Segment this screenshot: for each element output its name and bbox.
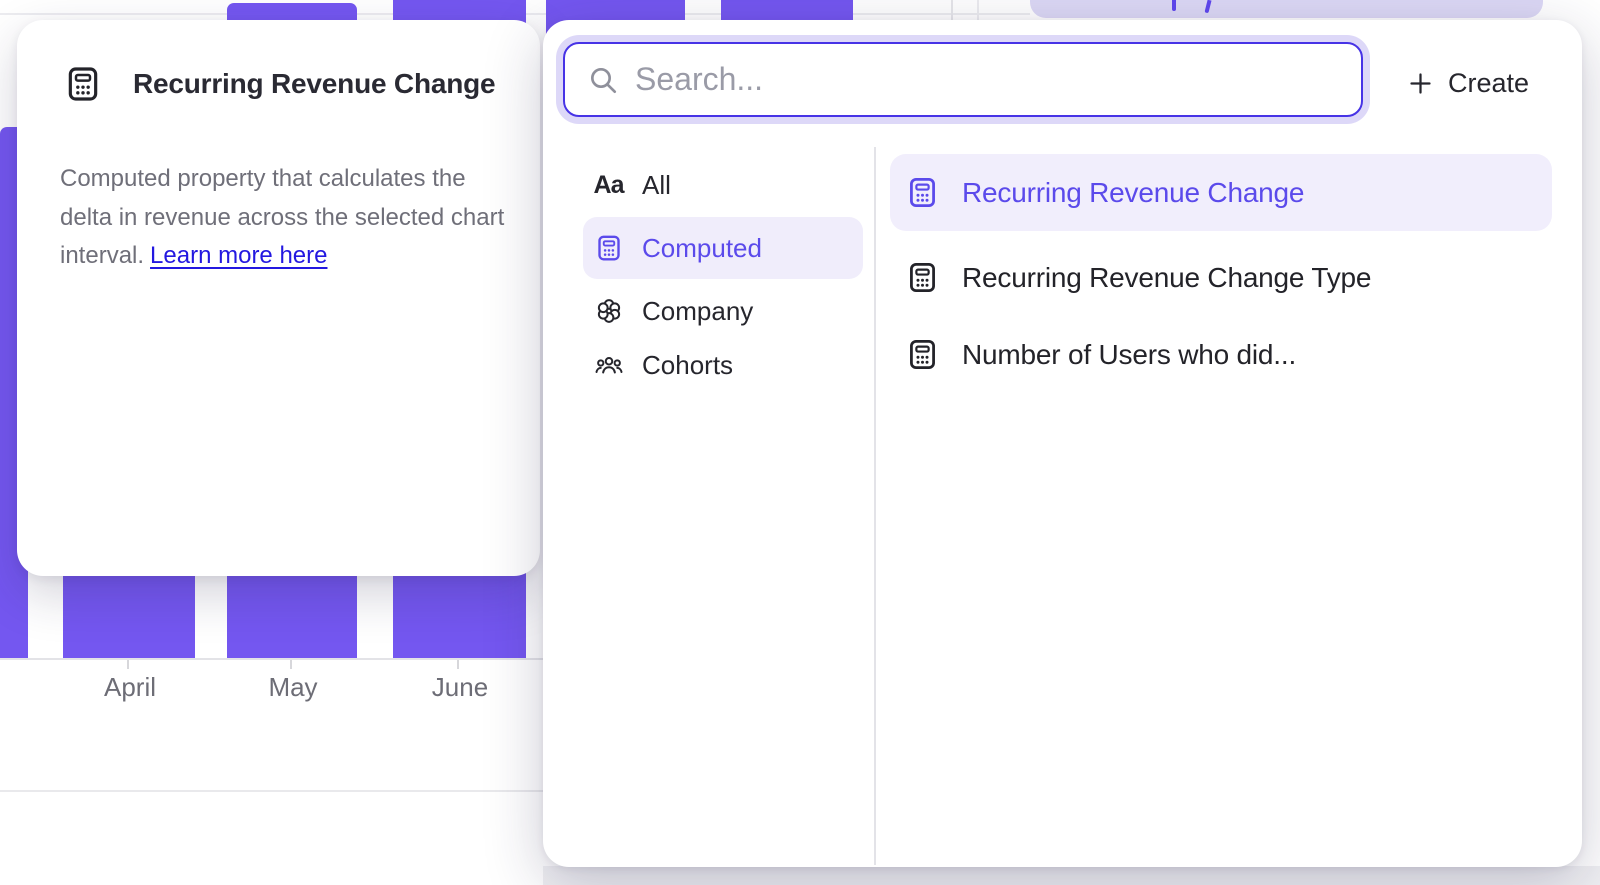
chart-bottom-border <box>0 790 543 792</box>
create-button-label: Create <box>1448 68 1529 99</box>
filter-item-label: Company <box>642 296 753 327</box>
filter-item-label: Computed <box>642 233 762 264</box>
calculator-icon <box>905 175 940 210</box>
tooltip-header: Recurring Revenue Change <box>63 64 495 104</box>
tooltip-title: Recurring Revenue Change <box>133 68 495 100</box>
filter-item-cohorts[interactable]: Cohorts <box>583 343 863 387</box>
property-type-filter-list: Aa All Computed Company <box>583 163 863 397</box>
column-divider <box>874 147 876 865</box>
plus-icon <box>1407 70 1434 97</box>
cohorts-icon <box>593 350 624 380</box>
text-fragment <box>1204 0 1211 13</box>
calculator-icon <box>905 337 940 372</box>
axis-tick <box>290 660 292 669</box>
app-screen: April May June Recurring Revenue Change … <box>0 0 1600 885</box>
learn-more-link[interactable]: Learn more here <box>150 242 327 269</box>
text-fragment <box>1172 0 1176 11</box>
result-item-label: Recurring Revenue Change <box>962 177 1304 209</box>
calculator-icon <box>593 233 624 263</box>
highlighted-control-fragment <box>1030 0 1543 18</box>
tooltip-description: Computed property that calculates the de… <box>60 160 522 276</box>
result-item-recurring-revenue-change-type[interactable]: Recurring Revenue Change Type <box>890 239 1552 316</box>
axis-label-april: April <box>60 672 200 703</box>
chart-x-axis <box>0 658 543 660</box>
result-item-number-of-users[interactable]: Number of Users who did... <box>890 316 1552 393</box>
search-input[interactable] <box>635 61 1361 98</box>
result-item-label: Recurring Revenue Change Type <box>962 262 1371 294</box>
property-picker-modal: Create Aa All Computed <box>543 20 1582 867</box>
company-icon <box>593 296 624 326</box>
filter-item-all[interactable]: Aa All <box>583 163 863 207</box>
filter-item-computed[interactable]: Computed <box>583 217 863 279</box>
filter-item-label: Cohorts <box>642 350 733 381</box>
panel-right-border-2 <box>977 0 979 20</box>
filter-item-label: All <box>642 170 671 201</box>
page-background-strip <box>543 866 1600 885</box>
calculator-icon <box>63 64 103 104</box>
axis-label-may: May <box>223 672 363 703</box>
axis-label-june: June <box>390 672 530 703</box>
property-result-list: Recurring Revenue Change Recurring Reven… <box>890 154 1552 393</box>
create-button[interactable]: Create <box>1401 63 1535 103</box>
text-format-icon: Aa <box>593 171 624 200</box>
result-item-recurring-revenue-change[interactable]: Recurring Revenue Change <box>890 154 1552 231</box>
filter-item-company[interactable]: Company <box>583 289 863 333</box>
search-box[interactable] <box>563 42 1363 117</box>
property-tooltip-card: Recurring Revenue Change Computed proper… <box>17 20 540 576</box>
result-item-label: Number of Users who did... <box>962 339 1296 371</box>
axis-tick <box>127 660 129 669</box>
axis-tick <box>457 660 459 669</box>
calculator-icon <box>905 260 940 295</box>
search-icon <box>587 64 619 96</box>
